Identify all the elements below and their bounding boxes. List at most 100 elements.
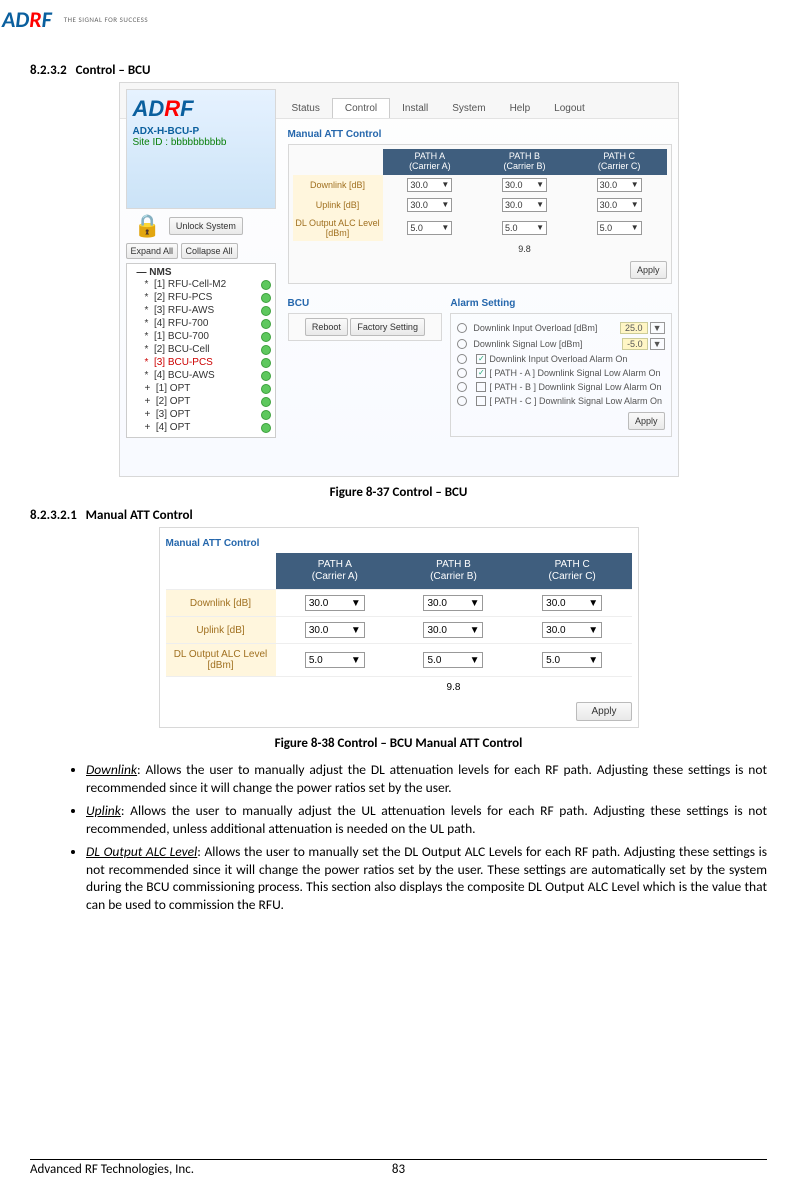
value-dropdown[interactable]: 30.0▼: [542, 595, 602, 611]
row-label: DL Output ALC Level [dBm]: [166, 644, 276, 677]
tree-item[interactable]: * [3] BCU-PCS: [127, 356, 275, 369]
tree-item[interactable]: * [2] BCU-Cell: [127, 343, 275, 356]
tab-help[interactable]: Help: [498, 99, 543, 118]
status-dot-icon: [261, 397, 271, 407]
tree-item[interactable]: + [4] OPT: [127, 421, 275, 434]
tab-install[interactable]: Install: [390, 99, 440, 118]
logo-text: R: [29, 6, 41, 33]
value-dropdown[interactable]: 30.0▼: [542, 622, 602, 638]
alarm-label: Downlink Input Overload Alarm On: [489, 354, 627, 364]
apply-button[interactable]: Apply: [628, 412, 665, 430]
value-dropdown[interactable]: 30.0▼: [423, 622, 483, 638]
collapse-all-button[interactable]: Collapse All: [181, 243, 238, 259]
manual-att-title: Manual ATT Control: [288, 129, 672, 140]
value-dropdown[interactable]: 5.0▼: [423, 652, 483, 668]
tree-item[interactable]: * [4] BCU-AWS: [127, 369, 275, 382]
tab-system[interactable]: System: [440, 99, 497, 118]
value-dropdown[interactable]: 30.0▼: [305, 622, 365, 638]
alarm-setting-title: Alarm Setting: [450, 298, 671, 309]
sidebar: 🔒 Unlock System Expand All Collapse All …: [126, 213, 276, 438]
value-dropdown[interactable]: 30.0▼: [407, 198, 452, 212]
value-dropdown[interactable]: 5.0▼: [305, 652, 365, 668]
apply-button[interactable]: Apply: [576, 702, 631, 721]
chevron-down-icon[interactable]: ▼: [650, 322, 665, 334]
lock-icon: 🔒: [134, 213, 161, 239]
tree-item[interactable]: * [4] RFU-700: [127, 317, 275, 330]
apply-button[interactable]: Apply: [630, 261, 667, 279]
value-dropdown[interactable]: 30.0▼: [305, 595, 365, 611]
status-dot-icon: [261, 332, 271, 342]
figure-caption: Figure 8-38 Control – BCU Manual ATT Con…: [30, 736, 767, 751]
alarm-value[interactable]: -5.0: [622, 338, 648, 350]
chevron-down-icon: ▼: [351, 625, 361, 636]
status-dot-icon: [261, 410, 271, 420]
alarm-row: Downlink Input Overload [dBm]25.0▼: [457, 320, 664, 336]
expand-all-button[interactable]: Expand All: [126, 243, 179, 259]
tree-item[interactable]: * [3] RFU-AWS: [127, 304, 275, 317]
page-header: AD R F THE SIGNAL FOR SUCCESS: [0, 0, 797, 33]
value-dropdown[interactable]: 30.0▼: [407, 178, 452, 192]
col-path-b: PATH B(Carrier B): [477, 149, 572, 175]
tab-logout[interactable]: Logout: [542, 99, 597, 118]
alarm-row: ✓Downlink Input Overload Alarm On: [457, 352, 664, 366]
tree-item[interactable]: * [2] RFU-PCS: [127, 291, 275, 304]
logo-text: F: [42, 6, 52, 33]
radio-icon[interactable]: [457, 323, 467, 333]
unlock-button[interactable]: Unlock System: [169, 217, 243, 235]
value-dropdown[interactable]: 30.0▼: [597, 198, 642, 212]
tree-item[interactable]: + [3] OPT: [127, 408, 275, 421]
col-path-a: PATH A(Carrier A): [383, 149, 478, 175]
status-dot-icon: [261, 358, 271, 368]
bcu-title: BCU: [288, 298, 443, 309]
tab-status[interactable]: Status: [280, 99, 332, 118]
chevron-down-icon: ▼: [441, 180, 449, 189]
value-dropdown[interactable]: 5.0▼: [597, 221, 642, 235]
radio-icon[interactable]: [457, 339, 467, 349]
col-path-c: PATH C(Carrier C): [572, 149, 667, 175]
chevron-down-icon: ▼: [631, 200, 639, 209]
chevron-down-icon: ▼: [631, 180, 639, 189]
section-heading: 8.2.3.2 Control – BCU: [30, 63, 767, 78]
att-row: Uplink [dB]30.0▼30.0▼30.0▼: [166, 617, 632, 644]
checkbox[interactable]: ✓: [476, 354, 486, 364]
radio-icon[interactable]: [457, 354, 467, 364]
value-dropdown[interactable]: 30.0▼: [502, 198, 547, 212]
chevron-down-icon: ▼: [351, 655, 361, 666]
status-dot-icon: [261, 280, 271, 290]
checkbox[interactable]: [476, 382, 486, 392]
col-path-b: PATH B(Carrier B): [394, 553, 513, 590]
tab-control[interactable]: Control: [332, 98, 390, 118]
value-dropdown[interactable]: 5.0▼: [502, 221, 547, 235]
alarm-value[interactable]: 25.0: [620, 322, 648, 334]
radio-icon[interactable]: [457, 382, 467, 392]
list-item: Uplink: Allows the user to manually adju…: [86, 802, 767, 837]
tree-item[interactable]: + [1] OPT: [127, 382, 275, 395]
factory-setting-button[interactable]: Factory Setting: [350, 318, 425, 336]
alarm-panel: Downlink Input Overload [dBm]25.0▼Downli…: [450, 313, 671, 437]
value-dropdown[interactable]: 5.0▼: [407, 221, 452, 235]
value-dropdown[interactable]: 5.0▼: [542, 652, 602, 668]
chevron-down-icon[interactable]: ▼: [650, 338, 665, 350]
tree-item[interactable]: + [2] OPT: [127, 395, 275, 408]
value-dropdown[interactable]: 30.0▼: [423, 595, 483, 611]
value-dropdown[interactable]: 30.0▼: [502, 178, 547, 192]
alarm-label: [ PATH - C ] Downlink Signal Low Alarm O…: [489, 396, 662, 406]
status-dot-icon: [261, 384, 271, 394]
chevron-down-icon: ▼: [351, 598, 361, 609]
chevron-down-icon: ▼: [441, 223, 449, 232]
col-path-c: PATH C(Carrier C): [513, 553, 632, 590]
tree-item[interactable]: * [1] BCU-700: [127, 330, 275, 343]
chevron-down-icon: ▼: [536, 180, 544, 189]
radio-icon[interactable]: [457, 368, 467, 378]
alarm-row: Downlink Signal Low [dBm]-5.0▼: [457, 336, 664, 352]
value-dropdown[interactable]: 30.0▼: [597, 178, 642, 192]
checkbox[interactable]: ✓: [476, 368, 486, 378]
tree-item[interactable]: * [1] RFU-Cell-M2: [127, 278, 275, 291]
radio-icon[interactable]: [457, 396, 467, 406]
chevron-down-icon: ▼: [470, 655, 480, 666]
reboot-button[interactable]: Reboot: [305, 318, 348, 336]
subsection-heading: 8.2.3.2.1 Manual ATT Control: [30, 508, 767, 523]
chevron-down-icon: ▼: [470, 598, 480, 609]
checkbox[interactable]: [476, 396, 486, 406]
device-info-panel: ADRF ADX-H-BCU-P Site ID : bbbbbbbbbb: [126, 89, 276, 209]
